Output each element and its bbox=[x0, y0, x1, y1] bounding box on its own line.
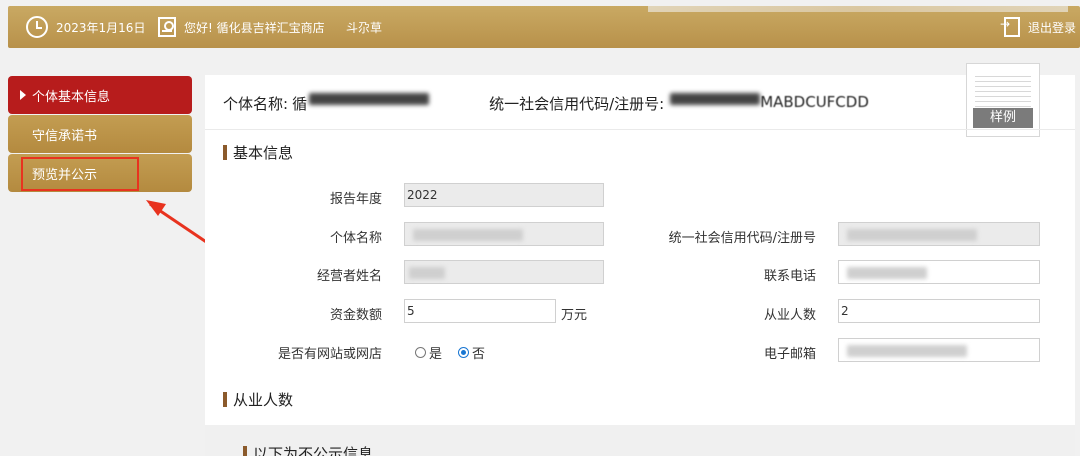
credit-code-label: 统一社会信用代码/注册号: bbox=[489, 95, 665, 113]
capital-input[interactable]: 5 bbox=[404, 299, 556, 323]
date-display: 2023年1月16日 bbox=[26, 6, 145, 48]
credit-code-field-blur bbox=[847, 228, 977, 241]
user-name: 斗尕草 bbox=[346, 6, 382, 48]
section-bar bbox=[243, 446, 247, 456]
top-bar: 2023年1月16日 您好! 循化县吉祥汇宝商店 斗尕草 退出登录 bbox=[8, 6, 1080, 48]
year-field: 2022 bbox=[404, 183, 604, 207]
caret-right-icon bbox=[20, 90, 26, 100]
radio-no[interactable]: 否 bbox=[458, 343, 485, 362]
basic-info-title: 基本信息 bbox=[223, 142, 293, 163]
entity-name-field-label: 个体名称 bbox=[329, 231, 382, 246]
employees-label: 从业人数 bbox=[763, 308, 816, 323]
sample-preview bbox=[975, 72, 1031, 108]
credit-code-blur bbox=[670, 93, 761, 105]
radio-yes-label: 是 bbox=[429, 347, 443, 362]
phone-input-blur bbox=[847, 266, 927, 279]
radio-yes[interactable]: 是 bbox=[415, 343, 442, 362]
sidebar-item-label: 个体基本信息 bbox=[32, 89, 111, 105]
user-card-icon bbox=[158, 17, 176, 37]
sidebar-item-label: 守信承诺书 bbox=[32, 128, 98, 144]
section-bar bbox=[223, 392, 227, 407]
phone-label: 联系电话 bbox=[763, 269, 816, 284]
entity-name-value: 循 bbox=[292, 95, 308, 113]
employees-section-title: 从业人数 bbox=[223, 389, 293, 410]
entity-name-field bbox=[404, 222, 604, 246]
logout-icon bbox=[1000, 17, 1020, 37]
entity-name-blur bbox=[309, 93, 430, 105]
operator-field bbox=[404, 260, 604, 284]
year-label: 报告年度 bbox=[329, 192, 382, 207]
radio-unchecked-icon bbox=[415, 347, 426, 358]
logout-button[interactable]: 退出登录 bbox=[1000, 6, 1077, 48]
section-bar bbox=[223, 145, 227, 160]
email-input-blur bbox=[847, 344, 967, 357]
user-greeting: 您好! 循化县吉祥汇宝商店 bbox=[158, 6, 325, 48]
sidebar-item-commitment[interactable]: 守信承诺书 bbox=[8, 115, 192, 153]
section-title-text: 基本信息 bbox=[233, 144, 294, 162]
credit-code-field bbox=[838, 222, 1040, 246]
section-title-text: 从业人数 bbox=[233, 391, 294, 409]
entity-header: 个体名称: 循 统一社会信用代码/注册号: MABDCUFCDD bbox=[223, 93, 869, 114]
sample-thumbnail[interactable]: 样例 bbox=[966, 63, 1040, 137]
header-divider bbox=[205, 129, 1075, 130]
credit-code-value: MABDCUFCDD bbox=[760, 93, 869, 111]
nonpublic-section-title: 以下为不公示信息 bbox=[243, 443, 373, 456]
nonpublic-panel: 以下为不公示信息 bbox=[205, 425, 1075, 456]
date-text: 2023年1月16日 bbox=[56, 20, 146, 35]
credit-code-field-label: 统一社会信用代码/注册号 bbox=[668, 231, 816, 246]
user-name-text: 斗尕草 bbox=[346, 20, 383, 35]
logout-label: 退出登录 bbox=[1028, 20, 1077, 35]
sample-label: 样例 bbox=[973, 108, 1033, 128]
radio-checked-icon bbox=[458, 347, 469, 358]
email-input[interactable] bbox=[838, 338, 1040, 362]
capital-unit: 万元 bbox=[561, 308, 588, 323]
operator-label: 经营者姓名 bbox=[316, 269, 382, 284]
sidebar-item-basic-info[interactable]: 个体基本信息 bbox=[8, 76, 192, 114]
main-panel: 个体名称: 循 统一社会信用代码/注册号: MABDCUFCDD 样例 基本信息… bbox=[205, 63, 1075, 456]
operator-field-blur bbox=[409, 266, 445, 279]
section-title-text: 以下为不公示信息 bbox=[253, 445, 374, 456]
greeting-text: 您好! 循化县吉祥汇宝商店 bbox=[184, 20, 325, 35]
website-label: 是否有网站或网店 bbox=[277, 347, 382, 362]
entity-name-label: 个体名称: bbox=[223, 95, 289, 113]
highlight-annotation-box bbox=[21, 157, 139, 191]
entity-name-field-blur bbox=[413, 228, 523, 241]
email-label: 电子邮箱 bbox=[763, 347, 816, 362]
employees-input[interactable]: 2 bbox=[838, 299, 1040, 323]
radio-no-label: 否 bbox=[472, 347, 486, 362]
capital-label: 资金数额 bbox=[329, 308, 382, 323]
phone-input[interactable] bbox=[838, 260, 1040, 284]
clock-icon bbox=[26, 16, 48, 38]
